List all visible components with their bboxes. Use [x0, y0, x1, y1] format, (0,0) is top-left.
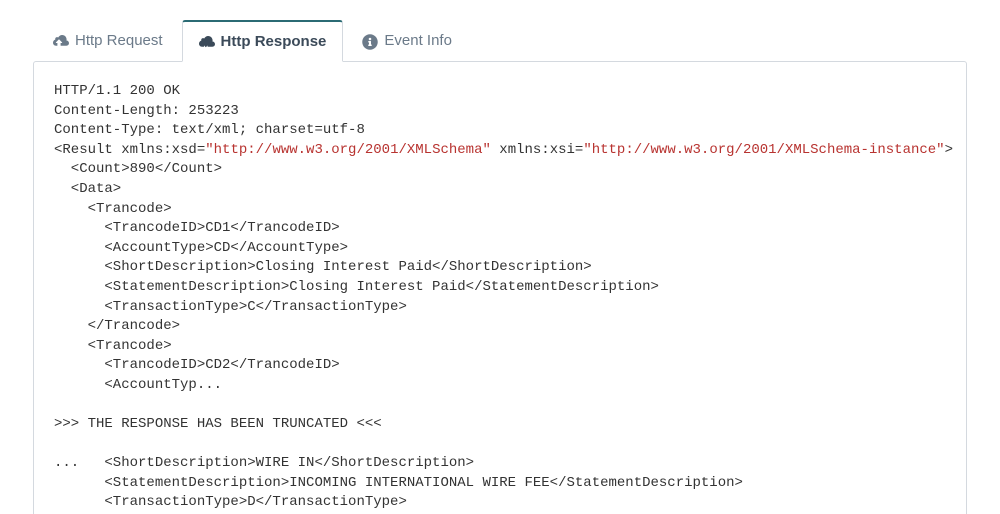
xml-tail-stmt: <StatementDescription>INCOMING INTERNATI… — [54, 475, 743, 491]
xml-trancode1-close: </Trancode> — [54, 318, 180, 334]
xml-xsi-url: "http://www.w3.org/2001/XMLSchema-instan… — [583, 142, 944, 158]
xml-data-open: <Data> — [54, 181, 121, 197]
xml-trancode2-id: <TrancodeID>CD2</TrancodeID> — [54, 357, 340, 373]
info-circle-icon — [362, 34, 378, 48]
xml-result-open-post: > — [945, 142, 953, 158]
tab-label: Http Request — [75, 32, 163, 49]
xml-truncated-msg: >>> THE RESPONSE HAS BEEN TRUNCATED <<< — [54, 416, 382, 432]
xml-result-open-pre: <Result xmlns:xsd= — [54, 142, 205, 158]
tab-http-response[interactable]: Http Response — [182, 20, 344, 62]
xml-trancode1-stmt: <StatementDescription>Closing Interest P… — [54, 279, 659, 295]
tab-http-request[interactable]: Http Request — [36, 20, 180, 61]
xml-count: <Count>890</Count> — [54, 161, 222, 177]
xml-trancode1-short: <ShortDescription>Closing Interest Paid<… — [54, 259, 592, 275]
xml-tail-short: ... <ShortDescription>WIRE IN</ShortDesc… — [54, 455, 474, 471]
xml-trancode1-open: <Trancode> — [54, 201, 172, 217]
response-panel: HTTP/1.1 200 OK Content-Length: 253223 C… — [33, 61, 967, 514]
header-content-length: Content-Length: 253223 — [54, 103, 239, 119]
header-content-type: Content-Type: text/xml; charset=utf-8 — [54, 122, 365, 138]
xml-trancode2-open: <Trancode> — [54, 338, 172, 354]
xml-result-open-mid: xmlns:xsi= — [491, 142, 583, 158]
cloud-download-icon — [199, 35, 215, 49]
response-body: HTTP/1.1 200 OK Content-Length: 253223 C… — [54, 82, 946, 513]
tab-event-info[interactable]: Event Info — [345, 20, 469, 61]
tabs-bar: Http Request Http Response Event Info — [0, 0, 1000, 61]
xml-trancode1-acct: <AccountType>CD</AccountType> — [54, 240, 348, 256]
xml-trancode2-acct: <AccountTyp... — [54, 377, 222, 393]
xml-trancode1-id: <TrancodeID>CD1</TrancodeID> — [54, 220, 340, 236]
xml-xsd-url: "http://www.w3.org/2001/XMLSchema" — [205, 142, 491, 158]
tab-label: Event Info — [384, 32, 452, 49]
tab-label: Http Response — [221, 33, 327, 50]
xml-tail-txn: <TransactionType>D</TransactionType> — [54, 494, 407, 510]
status-line: HTTP/1.1 200 OK — [54, 83, 180, 99]
xml-trancode1-txn: <TransactionType>C</TransactionType> — [54, 299, 407, 315]
cloud-upload-icon — [53, 34, 69, 48]
